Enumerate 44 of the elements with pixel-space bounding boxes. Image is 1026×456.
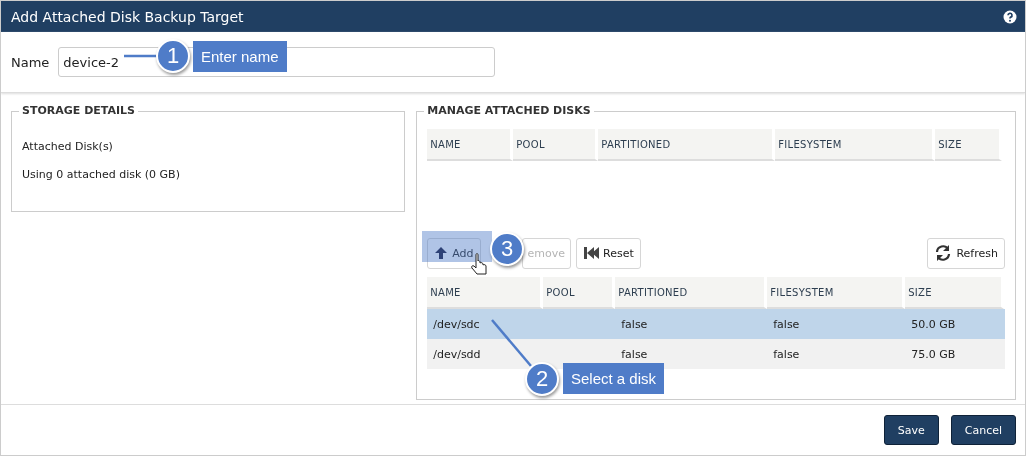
step-number: 3 <box>490 232 524 266</box>
panel-title: STORAGE DETAILS <box>19 104 138 117</box>
filesystem-cell-text: false <box>773 316 800 333</box>
up-arrow-icon <box>434 246 449 260</box>
step-number: 1 <box>156 39 190 73</box>
column-header[interactable]: SIZE <box>935 129 1003 161</box>
storage-info-text: Using 0 attached disk (0 GB) <box>22 168 181 181</box>
disk-row[interactable]: /dev/sdc false false 50.0 GB <box>427 309 1005 339</box>
refresh-button[interactable]: Refresh <box>927 237 1005 269</box>
cancel-button[interactable]: Cancel <box>950 415 1016 445</box>
panel-title: MANAGE ATTACHED DISKS <box>424 104 594 117</box>
refresh-icon <box>934 245 953 261</box>
disk-name-cell-text: /dev/sdc <box>433 316 480 333</box>
highlight <box>422 231 492 262</box>
column-header[interactable]: SIZE <box>905 277 1005 309</box>
partitioned-cell-text: false <box>621 346 648 363</box>
reset-button[interactable]: Reset <box>576 237 641 269</box>
partitioned-cell-text: false <box>621 316 648 333</box>
column-header[interactable]: PARTITIONED <box>598 129 776 161</box>
hand-cursor-icon <box>471 253 487 275</box>
column-header[interactable]: POOL <box>543 277 616 309</box>
rewind-icon <box>583 246 599 260</box>
save-button[interactable]: Save <box>883 415 939 445</box>
leader-line <box>124 54 159 58</box>
disk-name-cell-text: /dev/sdd <box>433 346 481 363</box>
size-cell-text: 50.0 GB <box>911 316 956 333</box>
disk-row[interactable]: /dev/sdd false false 75.0 GB <box>427 339 1005 369</box>
column-header[interactable]: NAME <box>427 129 514 161</box>
column-header[interactable]: FILESYSTEM <box>767 277 906 309</box>
help-icon[interactable] <box>1003 9 1017 24</box>
dialog-title: Add Attached Disk Backup Target <box>11 8 244 25</box>
storage-info-text: Attached Disk(s) <box>22 140 114 153</box>
name-label: Name <box>11 54 50 70</box>
add-button[interactable]: Add <box>427 237 481 269</box>
column-header[interactable]: PARTITIONED <box>615 277 768 309</box>
column-header[interactable]: FILESYSTEM <box>775 129 936 161</box>
callout-text: Enter name <box>193 41 287 72</box>
filesystem-cell-text: false <box>773 346 800 363</box>
callout-text: Select a disk <box>563 363 665 394</box>
column-header[interactable]: POOL <box>513 129 599 161</box>
size-cell-text: 75.0 GB <box>911 346 956 363</box>
leader-line <box>491 319 532 367</box>
step-number: 2 <box>525 362 559 396</box>
column-header[interactable]: NAME <box>427 277 544 309</box>
